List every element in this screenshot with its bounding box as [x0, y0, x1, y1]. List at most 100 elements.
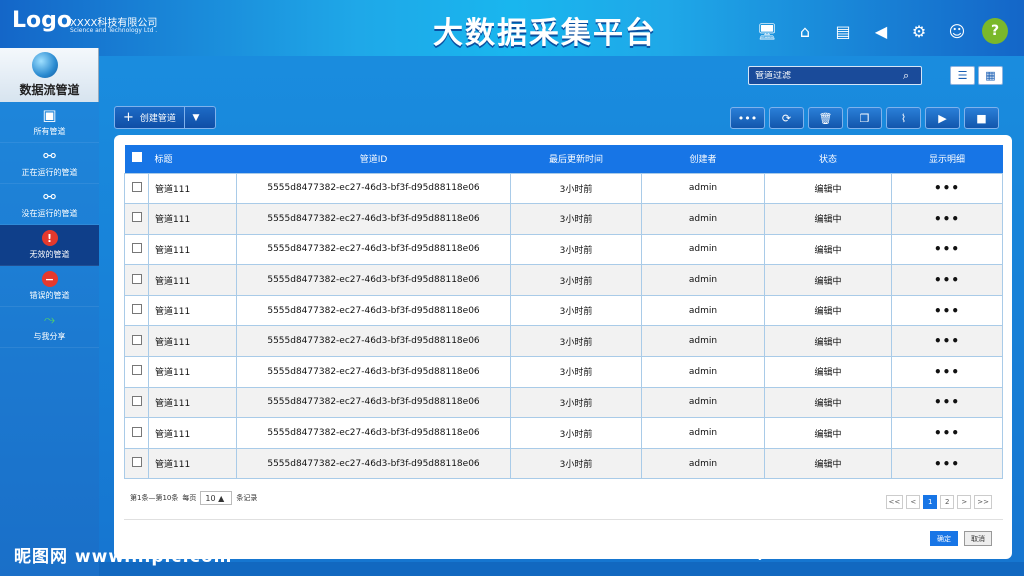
column-header-status[interactable]: 状态	[764, 145, 892, 173]
cell-id: 5555d8477382-ec27-46d3-bf3f-d95d88118e06	[236, 386, 511, 419]
copy-button[interactable]: ❐	[847, 107, 882, 129]
help-icon[interactable]: ?	[982, 18, 1008, 44]
table-row[interactable]: 管道111 5555d8477382-ec27-46d3-bf3f-d95d881…	[124, 356, 1003, 388]
flow-button[interactable]: ⌇	[886, 107, 921, 129]
show-detail-button[interactable]: •••	[891, 172, 1003, 205]
sidebar-item-label: 无效的管道	[29, 250, 70, 259]
sidebar-item-invalid-pipes[interactable]: ! 无效的管道	[0, 225, 99, 266]
show-detail-button[interactable]: •••	[891, 386, 1003, 419]
column-header-id[interactable]: 管道ID	[236, 145, 511, 173]
cell-updated: 3小时前	[510, 386, 642, 419]
cell-id: 5555d8477382-ec27-46d3-bf3f-d95d88118e06	[236, 447, 511, 480]
prev-page-button[interactable]: <	[906, 495, 921, 509]
cell-id: 5555d8477382-ec27-46d3-bf3f-d95d88118e06	[236, 417, 511, 449]
sidebar-item-label: 没在运行的管道	[21, 209, 78, 218]
page-size-select[interactable]: 10 ▲	[200, 491, 233, 505]
row-checkbox-cell	[124, 264, 149, 296]
running-pipes-icon: ⚯	[43, 147, 56, 165]
page-2-button[interactable]: 2	[940, 495, 955, 509]
table-row[interactable]: 管道111 5555d8477382-ec27-46d3-bf3f-d95d881…	[124, 417, 1003, 449]
table-row[interactable]: 管道111 5555d8477382-ec27-46d3-bf3f-d95d881…	[124, 264, 1003, 296]
row-checkbox[interactable]	[131, 181, 142, 192]
cell-creator: admin	[641, 264, 765, 296]
refresh-button[interactable]: ⟳	[769, 107, 804, 129]
page-1-button[interactable]: 1	[923, 495, 938, 509]
table-row[interactable]: 管道111 5555d8477382-ec27-46d3-bf3f-d95d881…	[124, 203, 1003, 235]
show-detail-button[interactable]: •••	[891, 264, 1003, 296]
table-row[interactable]: 管道111 5555d8477382-ec27-46d3-bf3f-d95d881…	[124, 233, 1003, 266]
cell-updated: 3小时前	[510, 172, 642, 205]
delete-button[interactable]: 🗑	[808, 107, 843, 129]
cell-title: 管道111	[148, 417, 237, 449]
table-row[interactable]: 管道111 5555d8477382-ec27-46d3-bf3f-d95d881…	[124, 325, 1003, 358]
table-row[interactable]: 管道111 5555d8477382-ec27-46d3-bf3f-d95d881…	[124, 172, 1003, 205]
sidebar-item-stopped-pipes[interactable]: ⚯ 没在运行的管道	[0, 184, 99, 225]
cell-title: 管道111	[148, 294, 237, 327]
play-button[interactable]: ▶	[925, 107, 960, 129]
gear-icon[interactable]: ⚙	[906, 18, 932, 44]
cell-status: 编辑中	[764, 294, 892, 327]
row-checkbox[interactable]	[131, 365, 142, 376]
show-detail-button[interactable]: •••	[891, 294, 1003, 327]
column-header-creator[interactable]: 创建者	[641, 145, 765, 173]
table-row[interactable]: 管道111 5555d8477382-ec27-46d3-bf3f-d95d881…	[124, 447, 1003, 480]
row-checkbox-cell	[124, 203, 149, 235]
user-icon[interactable]: ☺	[944, 18, 970, 44]
create-pipe-button[interactable]: + 创建管道 ▼	[114, 106, 216, 129]
home-icon[interactable]: ⌂	[792, 18, 818, 44]
table-row[interactable]: 管道111 5555d8477382-ec27-46d3-bf3f-d95d881…	[124, 294, 1003, 327]
first-page-button[interactable]: <<	[885, 495, 904, 509]
list-view-button[interactable]: ☰	[950, 66, 975, 85]
speaker-icon[interactable]: ◀	[868, 18, 894, 44]
sidebar-item-running-pipes[interactable]: ⚯ 正在运行的管道	[0, 143, 99, 184]
row-checkbox[interactable]	[131, 457, 142, 468]
sidebar-item-label: 错误的管道	[29, 291, 70, 300]
select-all-checkbox[interactable]	[131, 152, 142, 163]
cell-title: 管道111	[148, 233, 237, 266]
row-checkbox-cell	[124, 172, 149, 205]
plus-icon: +	[123, 110, 134, 125]
row-checkbox[interactable]	[131, 273, 142, 284]
grid-view-button[interactable]: ▦	[978, 66, 1003, 85]
show-detail-button[interactable]: •••	[891, 203, 1003, 235]
select-all-cell	[124, 145, 149, 173]
cell-id: 5555d8477382-ec27-46d3-bf3f-d95d88118e06	[236, 294, 511, 327]
next-page-button[interactable]: >	[957, 495, 972, 509]
cell-status: 编辑中	[764, 172, 892, 205]
search-input[interactable]	[755, 70, 903, 81]
sidebar: 数据流管道 ▣ 所有管道 ⚯ 正在运行的管道 ⚯ 没在运行的管道 ! 无效的管道…	[0, 48, 99, 576]
sidebar-item-error-pipes[interactable]: − 错误的管道	[0, 266, 99, 307]
cell-title: 管道111	[148, 264, 237, 296]
row-checkbox[interactable]	[131, 304, 142, 315]
cell-creator: admin	[641, 447, 765, 480]
sidebar-item-all-pipes[interactable]: ▣ 所有管道	[0, 102, 99, 143]
column-header-updated[interactable]: 最后更新时间	[510, 145, 642, 173]
cell-title: 管道111	[148, 172, 237, 205]
more-button[interactable]: •••	[730, 107, 765, 129]
monitor-user-icon[interactable]: 🖥	[754, 18, 780, 44]
last-page-button[interactable]: >>	[974, 495, 992, 509]
show-detail-button[interactable]: •••	[891, 233, 1003, 266]
radio-icon[interactable]: ▤	[830, 18, 856, 44]
table-row[interactable]: 管道111 5555d8477382-ec27-46d3-bf3f-d95d881…	[124, 386, 1003, 419]
cell-creator: admin	[641, 294, 765, 327]
stop-button[interactable]: ■	[964, 107, 999, 129]
row-checkbox-cell	[124, 294, 149, 327]
column-header-title[interactable]: 标题	[148, 145, 237, 173]
row-checkbox[interactable]	[131, 395, 142, 406]
chevron-down-icon[interactable]: ▼	[185, 113, 207, 123]
show-detail-button[interactable]: •••	[891, 447, 1003, 480]
row-checkbox[interactable]	[131, 212, 142, 223]
page-title: 大数据采集平台	[433, 16, 657, 51]
show-detail-button[interactable]: •••	[891, 417, 1003, 449]
row-checkbox[interactable]	[131, 426, 142, 437]
sidebar-item-share[interactable]: ⤳ 与我分享	[0, 307, 99, 348]
row-checkbox[interactable]	[131, 334, 142, 345]
pagination: << < 1 2 > >>	[885, 495, 992, 509]
search-icon[interactable]: ⌕	[903, 69, 909, 83]
show-detail-button[interactable]: •••	[891, 356, 1003, 388]
row-checkbox[interactable]	[131, 242, 142, 253]
column-header-detail[interactable]: 显示明细	[891, 145, 1003, 173]
cell-title: 管道111	[148, 386, 237, 419]
show-detail-button[interactable]: •••	[891, 325, 1003, 358]
